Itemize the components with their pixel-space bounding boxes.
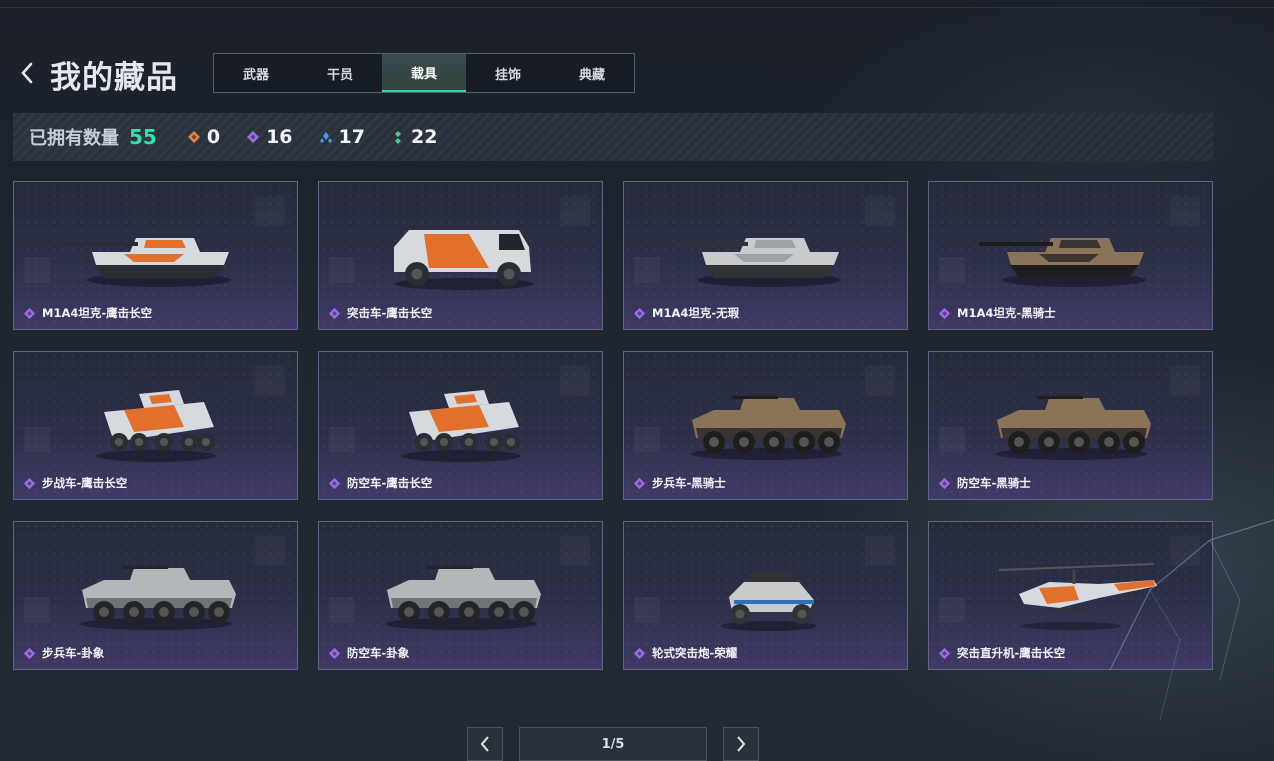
- vehicle-name: 防空车-卦象: [347, 646, 410, 660]
- vehicle-name: 步兵车-卦象: [42, 646, 105, 660]
- purple-diamond-icon: [938, 647, 951, 659]
- vehicle-card[interactable]: 防空车-鹰击长空: [318, 351, 603, 500]
- back-button[interactable]: [14, 58, 40, 88]
- orange-diamond-icon: [187, 131, 200, 143]
- vehicle-image: [369, 202, 554, 302]
- vehicle-card[interactable]: 突击车-鹰击长空: [318, 181, 603, 330]
- vehicle-grid: M1A4坦克-鹰击长空 突击车-鹰击长空 M1A4坦克-无瑕 M1A4坦克-黑骑…: [13, 181, 1213, 670]
- tab-vehicles[interactable]: 载具: [382, 54, 466, 92]
- tab-collection[interactable]: 典藏: [550, 54, 634, 92]
- vehicle-name: 突击车-鹰击长空: [347, 306, 433, 320]
- vehicle-card[interactable]: M1A4坦克-黑骑士: [928, 181, 1213, 330]
- vehicle-card[interactable]: 突击直升机-鹰击长空: [928, 521, 1213, 670]
- vehicle-image: [979, 372, 1164, 472]
- purple-diamond-icon: [633, 307, 646, 319]
- chevron-left-icon: [480, 736, 489, 752]
- vehicle-name: M1A4坦克-鹰击长空: [42, 306, 153, 320]
- vehicle-image: [674, 372, 859, 472]
- next-page-button[interactable]: [723, 727, 759, 761]
- purple-diamond-icon: [633, 477, 646, 489]
- heli-vehicle-icon: [998, 563, 1157, 630]
- vehicle-card[interactable]: 防空车-卦象: [318, 521, 603, 670]
- vehicle-image: [979, 542, 1164, 642]
- purple-diamond-icon: [633, 647, 646, 659]
- vehicle-card[interactable]: M1A4坦克-无瑕: [623, 181, 908, 330]
- page-title: 我的藏品: [50, 60, 178, 96]
- apc-vehicle-icon: [385, 566, 541, 630]
- vehicle-card[interactable]: 步兵车-黑骑士: [623, 351, 908, 500]
- purple-diamond-icon: [23, 477, 36, 489]
- vehicle-name: 防空车-鹰击长空: [347, 476, 433, 490]
- page-indicator: 1/5: [519, 727, 707, 761]
- vehicle-image: [369, 372, 554, 472]
- purple-diamond-icon: [328, 307, 341, 319]
- rarity-count: 16: [266, 126, 293, 148]
- tab-weapons[interactable]: 武器: [214, 54, 298, 92]
- vehicle-name: M1A4坦克-黑骑士: [957, 306, 1056, 320]
- truck-vehicle-icon: [394, 230, 534, 290]
- vehicle-name: 突击直升机-鹰击长空: [957, 646, 1066, 660]
- vehicle-card[interactable]: 防空车-黑骑士: [928, 351, 1213, 500]
- owned-stats-bar: 已拥有数量 55 0 16 17 22: [13, 113, 1213, 161]
- vehicle-name: M1A4坦克-无瑕: [652, 306, 740, 320]
- purple-diamond-icon: [328, 647, 341, 659]
- vehicle-card[interactable]: 轮式突击炮-荣耀: [623, 521, 908, 670]
- apc-vehicle-icon: [690, 396, 846, 460]
- vehicle-card[interactable]: 步兵车-卦象: [13, 521, 298, 670]
- vehicle-image: [64, 542, 249, 642]
- purple-diamond-icon: [328, 477, 341, 489]
- rarity-stat-orange: 0: [187, 126, 220, 148]
- vehicle-image: [674, 542, 859, 642]
- vehicle-image: [64, 372, 249, 472]
- rarity-count: 0: [206, 126, 221, 148]
- tab-charms[interactable]: 挂饰: [466, 54, 550, 92]
- rarity-stat-purple: 16: [246, 126, 293, 148]
- vehicle-name: 轮式突击炮-荣耀: [652, 646, 738, 660]
- rarity-count: 17: [338, 126, 365, 148]
- apc-vehicle-icon: [995, 396, 1151, 460]
- tank-vehicle-icon: [979, 238, 1146, 287]
- vehicle-card[interactable]: M1A4坦克-鹰击长空: [13, 181, 298, 330]
- purple-diamond-icon: [938, 477, 951, 489]
- ifv-vehicle-icon: [401, 390, 521, 462]
- chevron-left-icon: [21, 62, 33, 84]
- tab-operators[interactable]: 干员: [298, 54, 382, 92]
- vehicle-name: 步战车-鹰击长空: [42, 476, 128, 490]
- purple-diamond-icon: [23, 307, 36, 319]
- purple-diamond-icon: [23, 647, 36, 659]
- purple-diamond-icon: [938, 307, 951, 319]
- owned-count-label: 已拥有数量: [29, 128, 119, 149]
- vehicle-name: 防空车-黑骑士: [957, 476, 1031, 490]
- blue-diamond-icon: [319, 132, 332, 143]
- tank-vehicle-icon: [64, 238, 231, 287]
- vehicle-image: [979, 202, 1164, 302]
- purple-diamond-icon: [247, 131, 260, 143]
- pagination: 1/5: [467, 727, 759, 761]
- apc-vehicle-icon: [80, 566, 236, 630]
- rarity-stat-blue: 17: [319, 126, 365, 148]
- vehicle-image: [369, 542, 554, 642]
- top-divider: [0, 7, 1274, 8]
- rarity-stat-green: 22: [391, 126, 437, 148]
- green-diamond-icon: [394, 131, 401, 144]
- owned-count-total: 55: [129, 125, 157, 149]
- vehicle-image: [64, 202, 249, 302]
- rarity-count: 22: [410, 126, 438, 148]
- chevron-right-icon: [737, 736, 746, 752]
- prev-page-button[interactable]: [467, 727, 503, 761]
- category-tabs: 武器 干员 载具 挂饰 典藏: [213, 53, 635, 93]
- ifv-vehicle-icon: [96, 390, 216, 462]
- vehicle-name: 步兵车-黑骑士: [652, 476, 726, 490]
- vehicle-card[interactable]: 步战车-鹰击长空: [13, 351, 298, 500]
- buggy-vehicle-icon: [721, 572, 817, 631]
- vehicle-image: [674, 202, 859, 302]
- tank-vehicle-icon: [674, 238, 841, 287]
